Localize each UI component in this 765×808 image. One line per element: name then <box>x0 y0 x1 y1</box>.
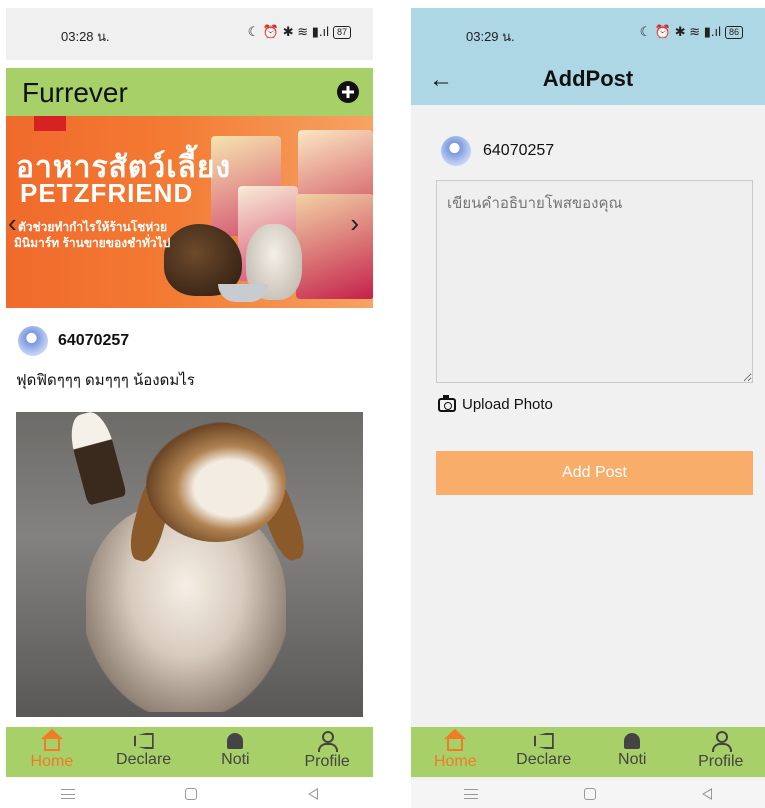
avatar[interactable] <box>18 326 48 356</box>
recent-apps-icon[interactable] <box>464 789 478 799</box>
status-icons: ☾ ⏰ ✱ ≋ ▮.ıl 86 <box>640 24 743 40</box>
upload-photo-button[interactable]: Upload Photo <box>438 394 553 413</box>
nav-profile[interactable]: Profile <box>281 727 373 771</box>
megaphone-icon <box>533 733 554 749</box>
add-post-icon[interactable] <box>337 81 359 103</box>
system-back-icon[interactable] <box>702 788 712 800</box>
nav-label: Noti <box>618 751 647 768</box>
status-time: 03:29 น. <box>466 29 515 44</box>
system-home-icon[interactable] <box>584 788 596 800</box>
post-author[interactable]: 64070257 <box>18 326 129 356</box>
app-title: Furrever <box>22 77 128 108</box>
nav-declare[interactable]: Declare <box>500 727 589 769</box>
status-time: 03:28 น. <box>61 29 110 44</box>
page-title: AddPost <box>542 66 634 91</box>
chevron-left-icon[interactable]: ‹ <box>8 208 17 239</box>
bottom-nav: Home Declare Noti Profile <box>6 727 373 777</box>
post-author: 64070257 <box>441 136 554 166</box>
bell-icon <box>624 733 641 749</box>
status-bar: 03:29 น. ☾ ⏰ ✱ ≋ ▮.ıl 86 ← AddPost <box>411 8 765 105</box>
bell-icon <box>227 733 244 749</box>
person-icon <box>317 731 339 752</box>
description-input[interactable] <box>436 180 753 383</box>
upload-photo-label: Upload Photo <box>462 396 553 413</box>
nav-noti[interactable]: Noti <box>588 727 677 769</box>
banner-tagline-2: มินิมาร์ท ร้านขายของชำทั่วไป <box>14 236 171 250</box>
nav-label: Declare <box>516 751 572 768</box>
recent-apps-icon[interactable] <box>61 789 76 799</box>
camera-icon <box>438 394 456 412</box>
home-icon <box>40 729 63 751</box>
nav-label: Profile <box>304 753 350 770</box>
status-icons-glyphs: ☾ ⏰ ✱ ≋ ▮.ıl <box>639 24 721 39</box>
app-header: Furrever <box>6 68 373 116</box>
addpost-screen: 03:29 น. ☾ ⏰ ✱ ≋ ▮.ıl 86 ← AddPost 64070… <box>411 8 765 808</box>
battery-icon: 86 <box>724 25 743 39</box>
megaphone-icon <box>133 733 154 749</box>
battery-icon: 87 <box>332 25 351 39</box>
nav-home[interactable]: Home <box>411 727 500 771</box>
system-back-icon[interactable] <box>307 788 318 800</box>
nav-label: Profile <box>698 753 744 770</box>
nav-noti[interactable]: Noti <box>190 727 282 769</box>
nav-label: Home <box>30 753 74 770</box>
status-icons-glyphs: ☾ ⏰ ✱ ≋ ▮.ıl <box>247 24 329 39</box>
person-icon <box>711 731 732 752</box>
puppy-tail <box>65 412 127 506</box>
home-icon <box>444 729 467 751</box>
system-nav-bar <box>411 780 765 808</box>
nav-home[interactable]: Home <box>6 727 98 771</box>
post-caption: ฟุดฟิดๆๆๆ ดมๆๆๆ น้องดมไร <box>16 372 195 389</box>
chevron-right-icon[interactable]: › <box>350 208 359 239</box>
nav-profile[interactable]: Profile <box>677 727 765 771</box>
bottom-nav: Home Declare Noti Profile <box>411 727 765 777</box>
puppy-head <box>146 422 286 542</box>
product-bag-image <box>296 194 373 299</box>
addpost-header: ← AddPost <box>411 60 765 105</box>
system-nav-bar <box>6 780 373 808</box>
banner-brand: PETZFRIEND <box>20 178 194 208</box>
post-photo[interactable] <box>16 412 363 717</box>
status-icons: ☾ ⏰ ✱ ≋ ▮.ıl 87 <box>248 24 351 40</box>
promo-banner[interactable]: อาหารสัตว์เลี้ยง PETZFRIEND ตัวช่วยทำกำไ… <box>6 116 373 308</box>
banner-bowl-image <box>218 284 268 302</box>
nav-declare[interactable]: Declare <box>98 727 190 769</box>
status-bar: 03:28 น. ☾ ⏰ ✱ ≋ ▮.ıl 87 <box>6 8 373 60</box>
nav-label: Declare <box>116 751 172 768</box>
nav-label: Noti <box>221 751 250 768</box>
banner-red-tab <box>34 116 66 131</box>
post-username: 64070257 <box>58 332 130 349</box>
avatar <box>441 136 471 166</box>
post-username: 64070257 <box>483 142 555 159</box>
add-post-button[interactable]: Add Post <box>436 451 753 495</box>
feed-screen: 03:28 น. ☾ ⏰ ✱ ≋ ▮.ıl 87 Furrever อาหารส… <box>6 8 373 808</box>
nav-label: Home <box>433 753 477 770</box>
system-home-icon[interactable] <box>185 788 198 800</box>
